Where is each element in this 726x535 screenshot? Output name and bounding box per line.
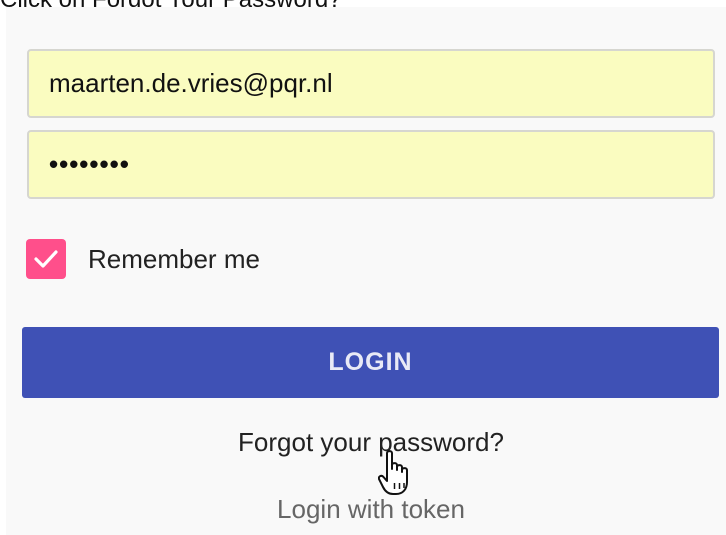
login-button-label: LOGIN	[328, 348, 413, 376]
forgot-password-link[interactable]: Forgot your password?	[6, 427, 726, 458]
password-field[interactable]: ••••••••	[27, 130, 715, 199]
remember-me-label[interactable]: Remember me	[88, 244, 260, 275]
remember-me-row: Remember me	[26, 239, 260, 279]
email-field-value: maarten.de.vries@pqr.nl	[49, 68, 333, 98]
login-with-token-label: Login with token	[277, 494, 465, 524]
remember-me-checkbox[interactable]	[26, 239, 66, 279]
login-form-panel: maarten.de.vries@pqr.nl •••••••• Remembe…	[6, 7, 726, 535]
login-with-token-link[interactable]: Login with token	[6, 494, 726, 525]
hand-pointer-cursor-icon	[378, 450, 408, 495]
check-icon	[34, 250, 58, 268]
login-button[interactable]: LOGIN	[22, 327, 719, 398]
forgot-password-label: Forgot your password?	[238, 427, 504, 457]
password-field-value: ••••••••	[49, 149, 130, 179]
login-page: Click on Forgot Your Password? maarten.d…	[0, 0, 726, 535]
email-field[interactable]: maarten.de.vries@pqr.nl	[27, 49, 715, 118]
